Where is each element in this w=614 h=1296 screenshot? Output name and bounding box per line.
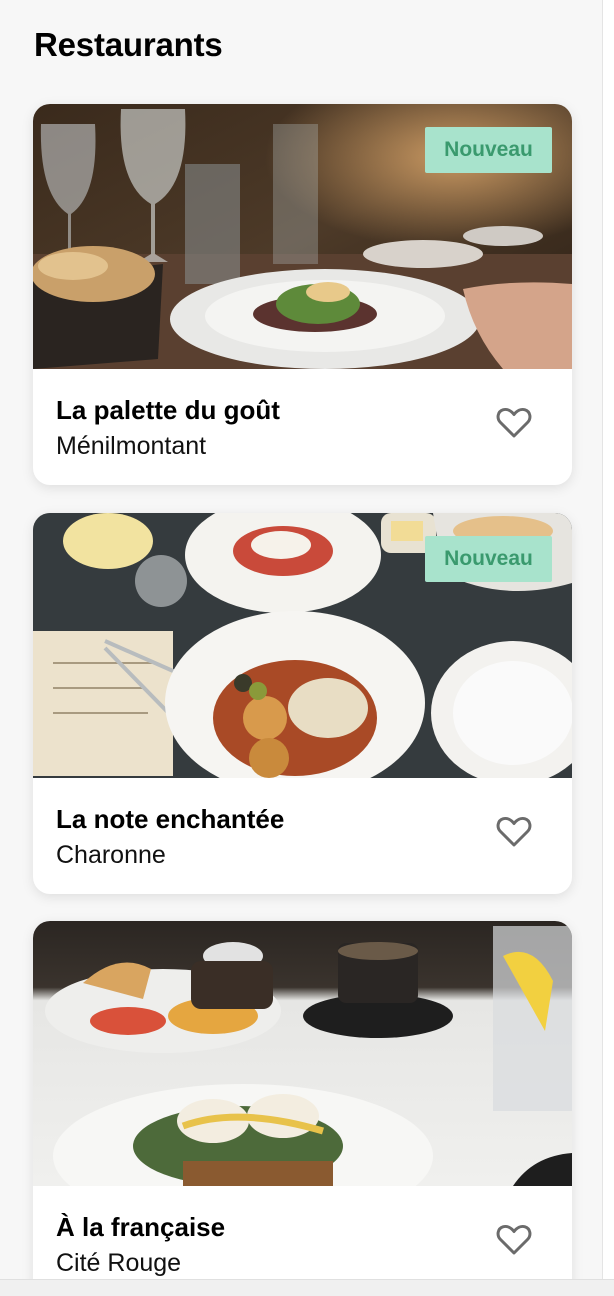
window-bottom-edge [0, 1279, 614, 1296]
new-badge: Nouveau [425, 536, 552, 582]
restaurant-name: À la française [56, 1212, 226, 1242]
heart-outline-icon [496, 816, 532, 847]
restaurant-area: Ménilmontant [56, 432, 207, 460]
app-viewport: Restaurants Nouveau La palette du goût M… [0, 0, 602, 1279]
window-edge [602, 0, 614, 1296]
restaurant-area: Charonne [56, 841, 166, 869]
card-body: À la française Cité Rouge [33, 1186, 572, 1279]
favorite-button[interactable] [489, 809, 539, 855]
restaurant-photo: Nouveau [33, 104, 572, 369]
restaurant-photo [33, 921, 572, 1186]
restaurant-card[interactable]: À la française Cité Rouge [33, 921, 572, 1279]
restaurant-name: La palette du goût [56, 395, 280, 425]
heart-outline-icon [496, 407, 532, 438]
restaurant-photo: Nouveau [33, 513, 572, 778]
restaurant-name: La note enchantée [56, 804, 285, 834]
page-title: Restaurants [34, 26, 223, 63]
favorite-button[interactable] [489, 400, 539, 446]
restaurant-card[interactable]: Nouveau La palette du goût Ménilmontant [33, 104, 572, 485]
heart-outline-icon [496, 1224, 532, 1255]
favorite-button[interactable] [489, 1217, 539, 1263]
restaurant-card[interactable]: Nouveau La note enchantée Charonne [33, 513, 572, 894]
restaurant-area: Cité Rouge [56, 1249, 182, 1277]
new-badge: Nouveau [425, 127, 552, 173]
card-body: La palette du goût Ménilmontant [33, 369, 572, 485]
card-body: La note enchantée Charonne [33, 778, 572, 894]
